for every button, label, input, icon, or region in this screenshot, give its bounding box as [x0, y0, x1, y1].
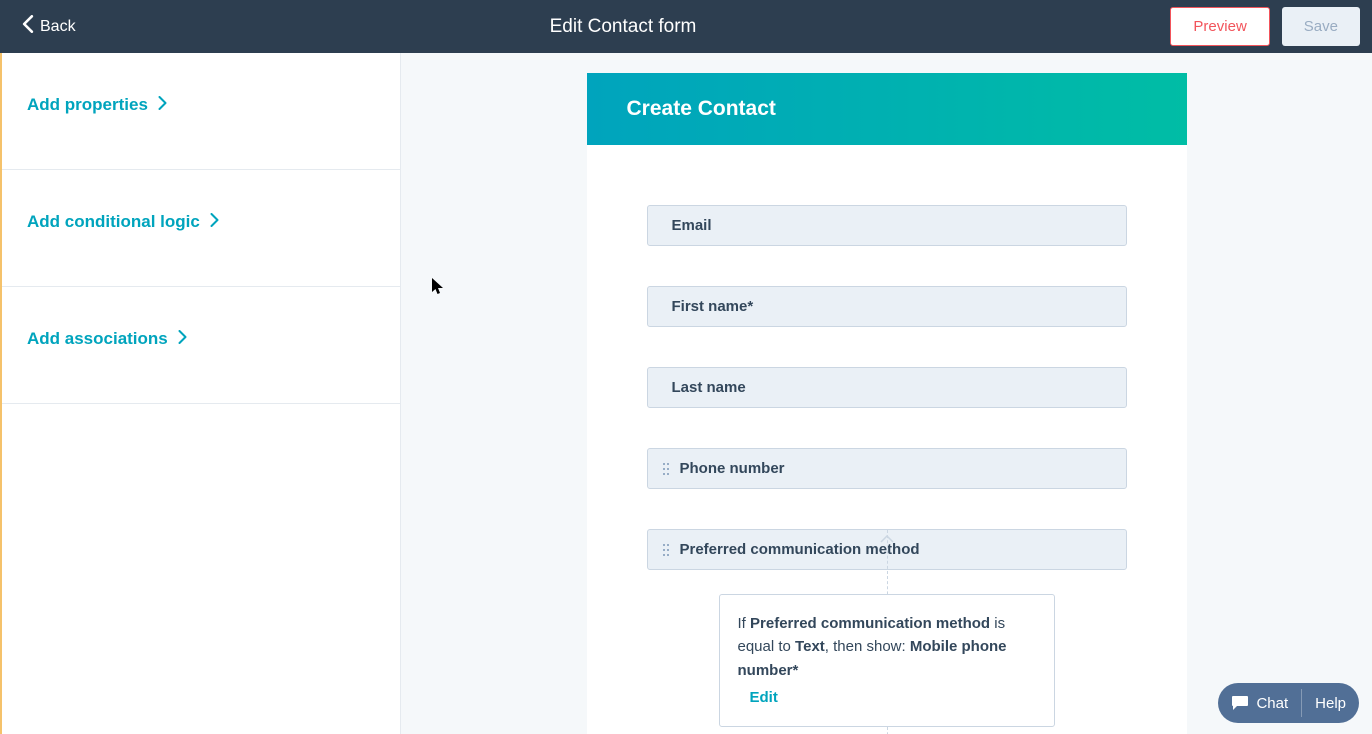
conditional-logic-block: If Preferred communication method is equ…: [647, 570, 1127, 727]
help-button[interactable]: Help: [1302, 683, 1359, 723]
form-field-first-name[interactable]: First name*: [647, 286, 1127, 327]
cond-value: Text: [795, 638, 825, 655]
field-label: Last name: [672, 379, 746, 396]
page-title: Edit Contact form: [550, 16, 697, 38]
preview-button[interactable]: Preview: [1170, 7, 1269, 46]
chat-button[interactable]: Chat: [1218, 683, 1301, 723]
sidebar: Add properties Add conditional logic Add…: [0, 53, 401, 734]
cond-text-mid2: , then show:: [825, 638, 910, 655]
sidebar-item-add-conditional-logic[interactable]: Add conditional logic: [2, 170, 400, 287]
save-button: Save: [1282, 7, 1360, 46]
conditional-rule-card[interactable]: If Preferred communication method is equ…: [719, 594, 1055, 727]
chevron-right-icon: [178, 329, 187, 349]
form-title: Create Contact: [587, 73, 1187, 145]
form-body: Email First name* Last name Phone number: [587, 145, 1187, 734]
back-button[interactable]: Back: [22, 15, 76, 38]
form-card: Create Contact Email First name* Last na…: [587, 73, 1187, 734]
form-canvas: Create Contact Email First name* Last na…: [401, 53, 1372, 734]
sidebar-item-label: Add conditional logic: [27, 212, 200, 232]
chat-label: Chat: [1256, 695, 1288, 712]
top-actions: Preview Save: [1170, 7, 1360, 46]
cond-text-prefix: If: [738, 615, 751, 632]
back-label: Back: [40, 18, 76, 36]
form-field-phone-number[interactable]: Phone number: [647, 448, 1127, 489]
field-label: Email: [672, 217, 712, 234]
edit-conditional-link[interactable]: Edit: [750, 686, 778, 709]
cond-property: Preferred communication method: [750, 615, 990, 632]
form-field-email[interactable]: Email: [647, 205, 1127, 246]
help-label: Help: [1315, 695, 1346, 712]
top-bar: Back Edit Contact form Preview Save: [0, 0, 1372, 53]
sidebar-item-label: Add properties: [27, 95, 148, 115]
sidebar-item-add-associations[interactable]: Add associations: [2, 287, 400, 404]
chevron-up-icon: [880, 530, 894, 548]
chevron-right-icon: [210, 212, 219, 232]
chevron-left-icon: [22, 15, 34, 38]
chat-icon: [1231, 695, 1249, 711]
drag-handle-icon[interactable]: [662, 543, 670, 557]
drag-handle-icon[interactable]: [662, 462, 670, 476]
form-field-last-name[interactable]: Last name: [647, 367, 1127, 408]
sidebar-item-add-properties[interactable]: Add properties: [2, 53, 400, 170]
field-label: First name*: [672, 298, 754, 315]
connector-line: [887, 727, 888, 734]
chevron-right-icon: [158, 95, 167, 115]
field-label: Phone number: [680, 460, 785, 477]
main: Add properties Add conditional logic Add…: [0, 53, 1372, 734]
help-widget: Chat Help: [1218, 683, 1359, 723]
sidebar-item-label: Add associations: [27, 329, 168, 349]
